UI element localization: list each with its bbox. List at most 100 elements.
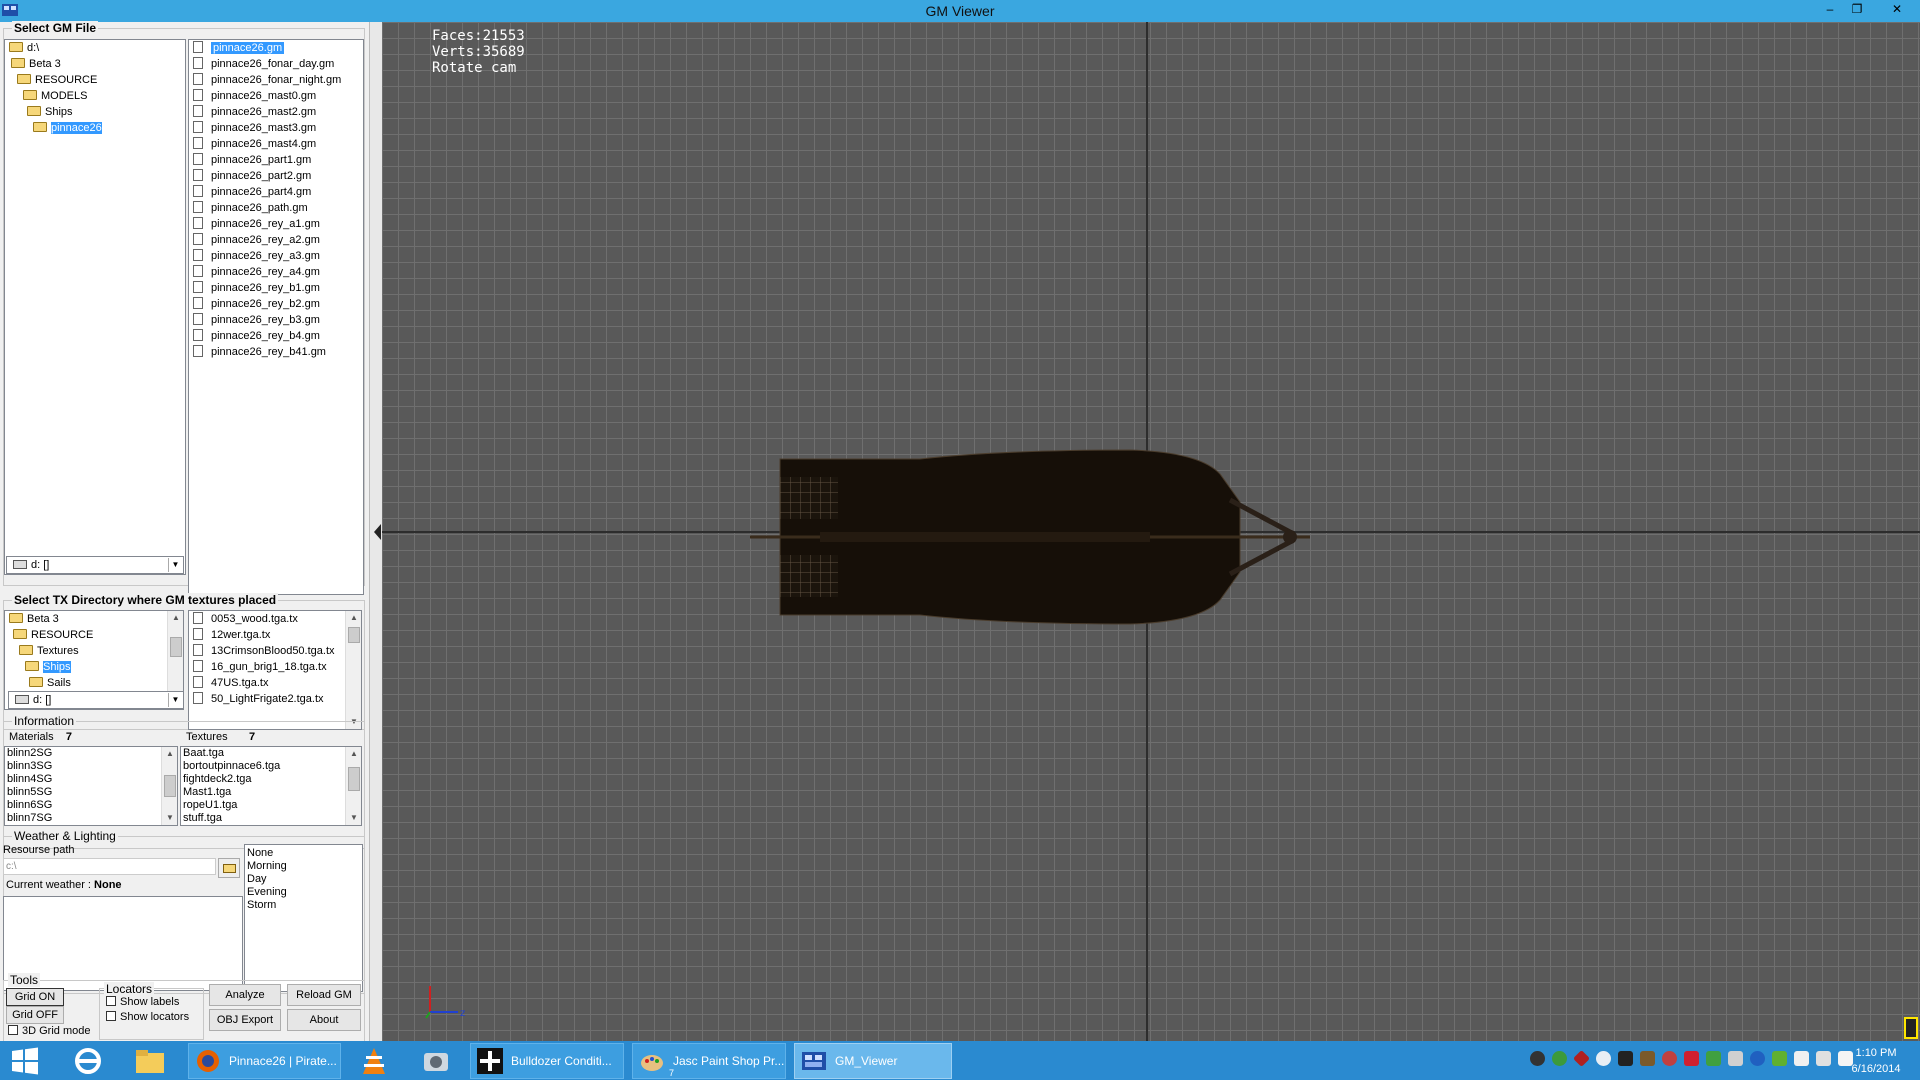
file-item[interactable]: pinnace26_mast4.gm xyxy=(189,136,363,152)
file-item[interactable]: pinnace26_rey_b1.gm xyxy=(189,280,363,296)
file-item[interactable]: pinnace26_fonar_day.gm xyxy=(189,56,363,72)
tree-item[interactable]: RESOURCE xyxy=(5,627,183,643)
weather-option[interactable]: Day xyxy=(245,873,362,886)
tray-app-icon[interactable] xyxy=(1750,1051,1765,1066)
taskbar-app-paintshop[interactable]: Jasc Paint Shop Pr... 7 xyxy=(632,1043,786,1079)
file-item[interactable]: pinnace26_part2.gm xyxy=(189,168,363,184)
taskbar-app-gm-viewer[interactable]: GM_Viewer xyxy=(794,1043,952,1079)
tree-item[interactable]: RESOURCE xyxy=(5,72,185,88)
file-item[interactable]: pinnace26_rey_a2.gm xyxy=(189,232,363,248)
texture-item[interactable]: ropeU1.tga xyxy=(181,799,361,812)
internet-explorer-icon[interactable] xyxy=(64,1044,112,1078)
file-item[interactable]: 13CrimsonBlood50.tga.tx xyxy=(189,643,361,659)
network-icon[interactable] xyxy=(1816,1051,1831,1066)
file-item[interactable]: pinnace26_mast3.gm xyxy=(189,120,363,136)
file-explorer-icon[interactable] xyxy=(126,1044,174,1078)
show-locators-checkbox[interactable]: Show locators xyxy=(106,1011,189,1023)
browse-folder-button[interactable] xyxy=(218,858,240,878)
scroll-down-icon[interactable]: ▼ xyxy=(162,811,177,825)
clock[interactable]: 1:10 PM 6/16/2014 xyxy=(1836,1045,1916,1077)
file-item[interactable]: 16_gun_brig1_18.tga.tx xyxy=(189,659,361,675)
tray-app-icon[interactable] xyxy=(1618,1051,1633,1066)
tx-file-list[interactable]: 0053_wood.tga.tx 12wer.tga.tx 13CrimsonBlo… xyxy=(188,610,362,730)
windows-start-icon[interactable] xyxy=(10,1047,40,1075)
file-item[interactable]: pinnace26_part4.gm xyxy=(189,184,363,200)
weather-option[interactable]: Evening xyxy=(245,886,362,899)
material-item[interactable]: blinn4SG xyxy=(5,773,177,786)
file-item[interactable]: pinnace26_path.gm xyxy=(189,200,363,216)
show-labels-checkbox[interactable]: Show labels xyxy=(106,996,179,1008)
tray-app-icon[interactable] xyxy=(1552,1051,1567,1066)
scroll-up-icon[interactable]: ▲ xyxy=(168,611,183,625)
checkbox-box[interactable] xyxy=(8,1025,18,1035)
grid-3d-checkbox[interactable]: 3D Grid mode xyxy=(8,1025,90,1037)
texture-item[interactable]: Baat.tga xyxy=(181,747,361,760)
material-item[interactable]: blinn7SG xyxy=(5,812,177,825)
scroll-down-icon[interactable]: ▼ xyxy=(346,811,361,825)
scroll-up-icon[interactable]: ▲ xyxy=(346,611,361,625)
file-item[interactable]: pinnace26_rey_a1.gm xyxy=(189,216,363,232)
scroll-up-icon[interactable]: ▲ xyxy=(346,747,361,761)
tray-app-icon[interactable] xyxy=(1573,1050,1590,1067)
file-item[interactable]: pinnace26_rey_a4.gm xyxy=(189,264,363,280)
tree-item[interactable]: Ships xyxy=(5,104,185,120)
textures-list[interactable]: Baat.tga bortoutpinnace6.tga fightdeck2.tg… xyxy=(180,746,362,826)
texture-item[interactable]: fightdeck2.tga xyxy=(181,773,361,786)
media-app-icon[interactable] xyxy=(412,1044,460,1078)
tray-app-icon[interactable] xyxy=(1706,1051,1721,1066)
tree-item[interactable]: Sails xyxy=(5,675,183,691)
about-button[interactable]: About xyxy=(287,1009,361,1031)
scroll-thumb[interactable] xyxy=(170,637,182,657)
file-item[interactable]: 12wer.tga.tx xyxy=(189,627,361,643)
weather-option[interactable]: Morning xyxy=(245,860,362,873)
textures-scrollbar[interactable]: ▲ ▼ xyxy=(345,747,361,825)
scroll-thumb[interactable] xyxy=(164,775,176,797)
file-item[interactable]: pinnace26_part1.gm xyxy=(189,152,363,168)
scroll-thumb[interactable] xyxy=(348,767,360,791)
materials-list[interactable]: blinn2SG blinn3SG blinn4SG blinn5SG blinn6SG… xyxy=(4,746,178,826)
tree-item[interactable]: Textures xyxy=(5,643,183,659)
tray-app-icon[interactable] xyxy=(1640,1051,1655,1066)
resource-path-input[interactable]: c:\ xyxy=(3,858,216,875)
tree-item[interactable]: MODELS xyxy=(5,88,185,104)
tree-item[interactable]: d:\ xyxy=(5,40,185,56)
tree-item[interactable]: Ships xyxy=(5,659,183,675)
file-item[interactable]: pinnace26_rey_b41.gm xyxy=(189,344,363,360)
cloud-icon[interactable] xyxy=(1596,1051,1611,1066)
tree-item[interactable]: Beta 3 xyxy=(5,56,185,72)
file-item[interactable]: pinnace26_rey_b3.gm xyxy=(189,312,363,328)
chevron-down-icon[interactable]: ▼ xyxy=(168,558,182,572)
materials-scrollbar[interactable]: ▲ ▼ xyxy=(161,747,177,825)
file-item[interactable]: pinnace26_rey_b4.gm xyxy=(189,328,363,344)
texture-item[interactable]: stuff.tga xyxy=(181,812,361,825)
gm-drive-select[interactable]: d: [] ▼ xyxy=(6,556,184,574)
chevron-down-icon[interactable]: ▼ xyxy=(168,693,182,707)
file-item[interactable]: pinnace26_mast2.gm xyxy=(189,104,363,120)
close-button[interactable]: ✕ xyxy=(1880,1,1914,18)
tree-item[interactable]: pinnace26 xyxy=(5,120,185,136)
tray-app-icon[interactable] xyxy=(1684,1051,1699,1066)
file-item[interactable]: pinnace26.gm xyxy=(189,40,363,56)
vlc-icon[interactable] xyxy=(350,1044,398,1078)
file-item[interactable]: 0053_wood.tga.tx xyxy=(189,611,361,627)
reload-gm-button[interactable]: Reload GM xyxy=(287,984,361,1006)
file-item[interactable]: pinnace26_mast0.gm xyxy=(189,88,363,104)
material-item[interactable]: blinn2SG xyxy=(5,747,177,760)
checkbox-box[interactable] xyxy=(106,996,116,1006)
gm-file-list[interactable]: pinnace26.gm pinnace26_fonar_day.gmpinnac… xyxy=(188,39,364,595)
checkbox-box[interactable] xyxy=(106,1011,116,1021)
analyze-button[interactable]: Analyze xyxy=(209,984,281,1006)
material-item[interactable]: blinn3SG xyxy=(5,760,177,773)
grid-on-button[interactable]: Grid ON xyxy=(6,988,64,1006)
minimize-button[interactable]: – xyxy=(1818,1,1842,18)
tray-app-icon[interactable] xyxy=(1728,1051,1743,1066)
taskbar-app-bulldozer[interactable]: Bulldozer Conditi... xyxy=(470,1043,624,1079)
collapse-panel-icon[interactable] xyxy=(374,524,381,540)
weather-options-list[interactable]: None Morning Day Evening Storm xyxy=(244,844,363,992)
tree-item[interactable]: Beta 3 xyxy=(5,611,183,627)
tx-files-scrollbar[interactable]: ▲ ▼ xyxy=(345,611,361,729)
weather-option[interactable]: None xyxy=(245,847,362,860)
taskbar-app-firefox[interactable]: Pinnace26 | Pirate... xyxy=(188,1043,341,1079)
tray-app-icon[interactable] xyxy=(1530,1051,1545,1066)
3d-viewport[interactable]: Faces:21553 Verts:35689 Rotate cam z xyxy=(382,22,1920,1041)
